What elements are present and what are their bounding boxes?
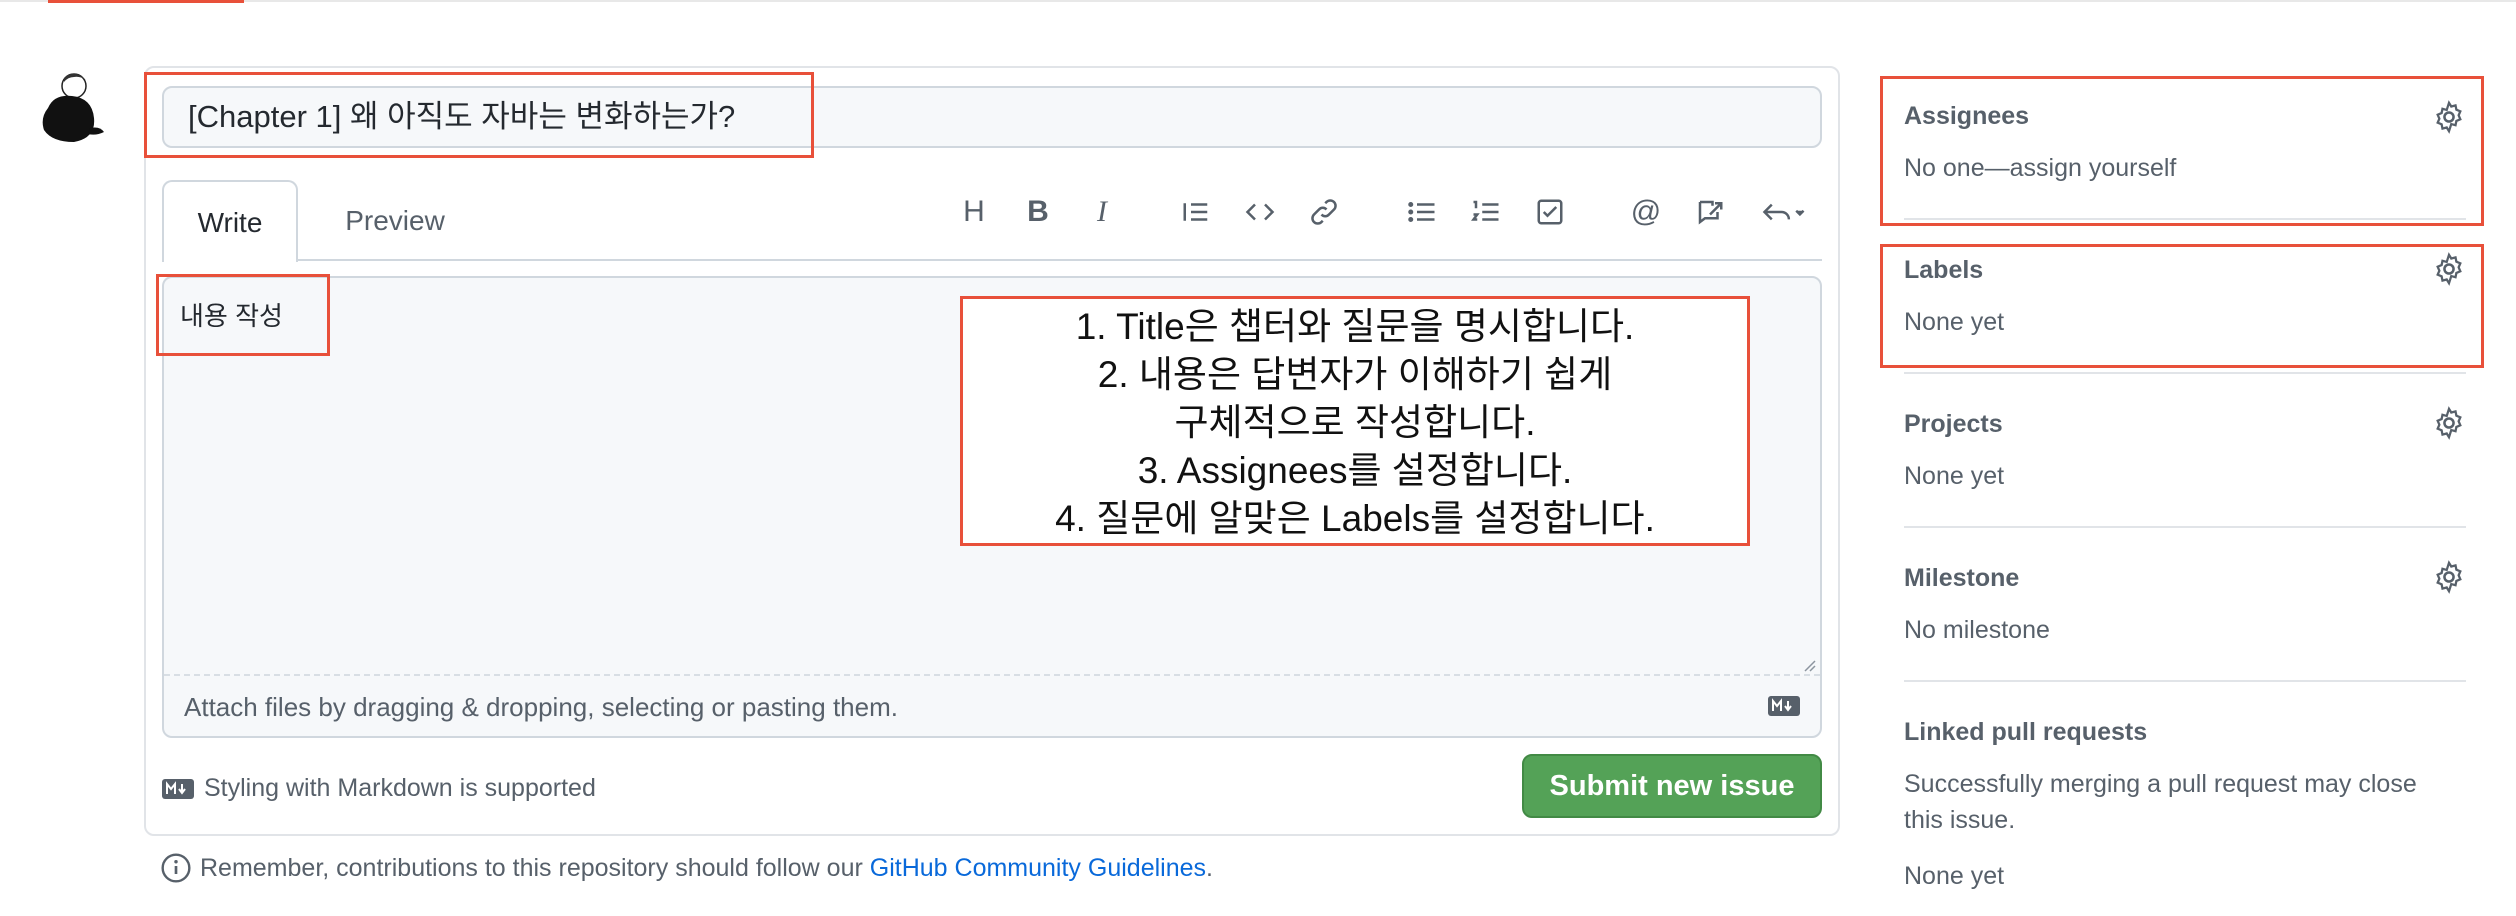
tab-preview[interactable]: Preview bbox=[320, 186, 470, 256]
sidebar-divider bbox=[1904, 680, 2466, 682]
annotation-labels-highlight bbox=[1880, 244, 2484, 368]
sidebar-projects-heading[interactable]: Projects bbox=[1904, 410, 2003, 439]
italic-icon[interactable]: I bbox=[1078, 188, 1126, 236]
drop-zone-divider bbox=[164, 674, 1820, 676]
sidebar-milestone-value: No milestone bbox=[1904, 616, 2050, 644]
sidebar-linked-prs-description-2: this issue. bbox=[1904, 806, 2016, 834]
numbered-list-icon[interactable] bbox=[1462, 188, 1510, 236]
instruction-line-3: 구체적으로 작성합니다. bbox=[1174, 402, 1536, 443]
gear-icon[interactable] bbox=[2432, 406, 2466, 440]
heading-icon[interactable]: H bbox=[950, 188, 998, 236]
code-icon[interactable] bbox=[1236, 188, 1284, 236]
instruction-note: 1. Title은 챕터와 질문을 명시합니다. 2. 내용은 답변자가 이해하… bbox=[960, 296, 1750, 546]
instruction-line-5: 4. 질문에 알맞은 Labels를 설정합니다. bbox=[1055, 498, 1655, 539]
sidebar-milestone-heading[interactable]: Milestone bbox=[1904, 564, 2019, 593]
annotation-content-highlight bbox=[156, 274, 330, 356]
submit-new-issue-button[interactable]: Submit new issue bbox=[1522, 754, 1822, 818]
markdown-note-text: Styling with Markdown is supported bbox=[204, 774, 596, 802]
info-icon bbox=[161, 853, 191, 883]
resize-handle[interactable] bbox=[1800, 656, 1816, 672]
bulleted-list-icon[interactable] bbox=[1398, 188, 1446, 236]
instruction-line-1: 1. Title은 챕터와 질문을 명시합니다. bbox=[1075, 306, 1635, 347]
markdown-supported-note[interactable]: Styling with Markdown is supported bbox=[162, 774, 596, 803]
attach-files-hint[interactable]: Attach files by dragging & dropping, sel… bbox=[184, 692, 898, 723]
sidebar-linked-prs-value: None yet bbox=[1904, 862, 2005, 890]
top-border bbox=[0, 0, 2516, 2]
remember-text: Remember, contributions to this reposito… bbox=[200, 853, 870, 882]
sidebar-divider bbox=[1904, 526, 2466, 528]
sidebar-linked-prs-description: Successfully merging a pull request may … bbox=[1904, 770, 2417, 798]
instruction-line-4: 3. Assignees를 설정합니다. bbox=[1137, 450, 1573, 491]
link-icon[interactable] bbox=[1300, 188, 1348, 236]
avatar[interactable] bbox=[34, 68, 108, 146]
markdown-icon bbox=[1768, 696, 1800, 716]
reference-icon[interactable] bbox=[1686, 188, 1734, 236]
sidebar-linked-prs-heading: Linked pull requests bbox=[1904, 718, 2148, 746]
community-guidelines-link[interactable]: GitHub Community Guidelines bbox=[870, 854, 1206, 882]
sidebar-divider bbox=[1904, 372, 2466, 374]
tab-write[interactable]: Write bbox=[162, 180, 298, 262]
annotation-title-highlight bbox=[144, 72, 814, 158]
bold-icon[interactable]: B bbox=[1014, 188, 1062, 236]
quote-icon[interactable] bbox=[1172, 188, 1220, 236]
mention-icon[interactable]: @ bbox=[1622, 188, 1670, 236]
annotation-assignees-highlight bbox=[1880, 76, 2484, 226]
active-tab-underline bbox=[48, 0, 244, 3]
instruction-line-2: 2. 내용은 답변자가 이해하기 쉽게 bbox=[1097, 354, 1613, 395]
reply-icon[interactable] bbox=[1752, 188, 1816, 236]
tab-divider bbox=[296, 259, 1822, 261]
community-guidelines-note: Remember, contributions to this reposito… bbox=[160, 852, 1213, 884]
remember-suffix: . bbox=[1206, 853, 1213, 882]
gear-icon[interactable] bbox=[2432, 560, 2466, 594]
sidebar-projects-value: None yet bbox=[1904, 462, 2005, 490]
task-list-icon[interactable] bbox=[1526, 188, 1574, 236]
markdown-icon bbox=[162, 778, 194, 799]
